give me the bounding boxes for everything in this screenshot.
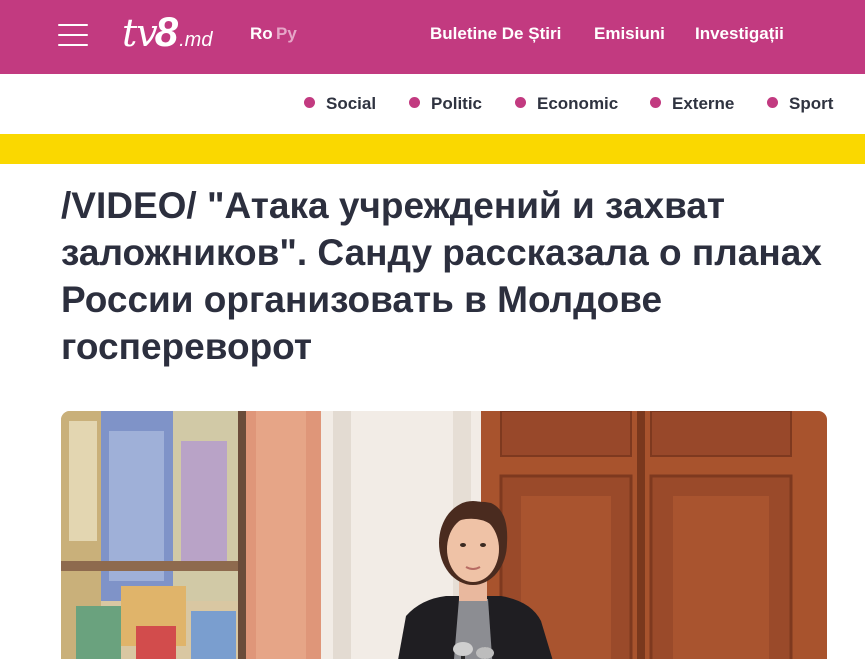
top-header: tv8.md Ro Ру Buletine De Știri Emisiuni … xyxy=(0,0,865,74)
article-photo[interactable] xyxy=(61,411,827,659)
menu-icon[interactable] xyxy=(58,22,88,46)
bullet-icon xyxy=(409,97,420,108)
category-externe[interactable]: Externe xyxy=(650,94,734,114)
bullet-icon xyxy=(650,97,661,108)
language-ru[interactable]: Ру xyxy=(276,24,297,44)
bullet-icon xyxy=(304,97,315,108)
nav-buletine-de-stiri[interactable]: Buletine De Știri xyxy=(430,24,561,44)
category-economic[interactable]: Economic xyxy=(515,94,618,114)
language-ro[interactable]: Ro xyxy=(250,24,273,44)
site-logo[interactable]: tv8.md xyxy=(122,8,212,58)
category-sport[interactable]: Sport xyxy=(767,94,833,114)
article-title: /VIDEO/ "Атака учреждений и захват залож… xyxy=(61,185,822,367)
category-politic[interactable]: Politic xyxy=(409,94,482,114)
category-social[interactable]: Social xyxy=(304,94,376,114)
bullet-icon xyxy=(515,97,526,108)
accent-bar xyxy=(0,134,865,164)
nav-investigatii[interactable]: Investigații xyxy=(695,24,784,44)
bullet-icon xyxy=(767,97,778,108)
nav-emisiuni[interactable]: Emisiuni xyxy=(594,24,665,44)
